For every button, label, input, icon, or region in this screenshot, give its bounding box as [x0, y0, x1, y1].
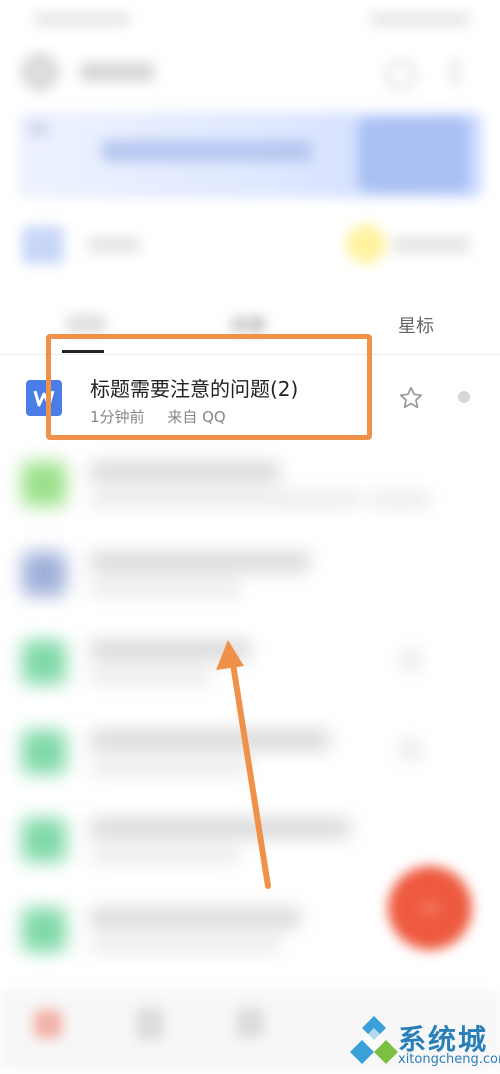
watermark-url: xitongcheng.com [398, 1052, 500, 1067]
file-icon [22, 908, 66, 952]
nav-home-icon[interactable] [34, 1010, 62, 1038]
more-options-icon[interactable] [458, 391, 470, 403]
status-bar [0, 0, 500, 40]
highlight-box [46, 334, 372, 440]
add-button[interactable] [388, 866, 472, 950]
tab-starred[interactable]: 星标 [398, 312, 434, 338]
promo-banner[interactable] [18, 112, 482, 198]
more-icon[interactable] [452, 58, 458, 86]
search-icon[interactable] [386, 60, 416, 90]
nav-apps-icon[interactable] [236, 1008, 264, 1038]
star-folder-icon[interactable] [346, 224, 386, 264]
file-icon [22, 818, 66, 862]
quick-access-row [0, 210, 500, 280]
folder-icon[interactable] [22, 226, 64, 264]
file-icon [22, 552, 66, 596]
file-icon [22, 730, 66, 774]
top-bar [0, 40, 500, 110]
avatar[interactable] [20, 52, 60, 92]
file-icon [22, 462, 66, 506]
nav-docs-icon[interactable] [136, 1008, 164, 1040]
file-icon [22, 640, 66, 684]
star-icon[interactable] [398, 385, 424, 411]
tab-recent[interactable] [66, 314, 106, 334]
